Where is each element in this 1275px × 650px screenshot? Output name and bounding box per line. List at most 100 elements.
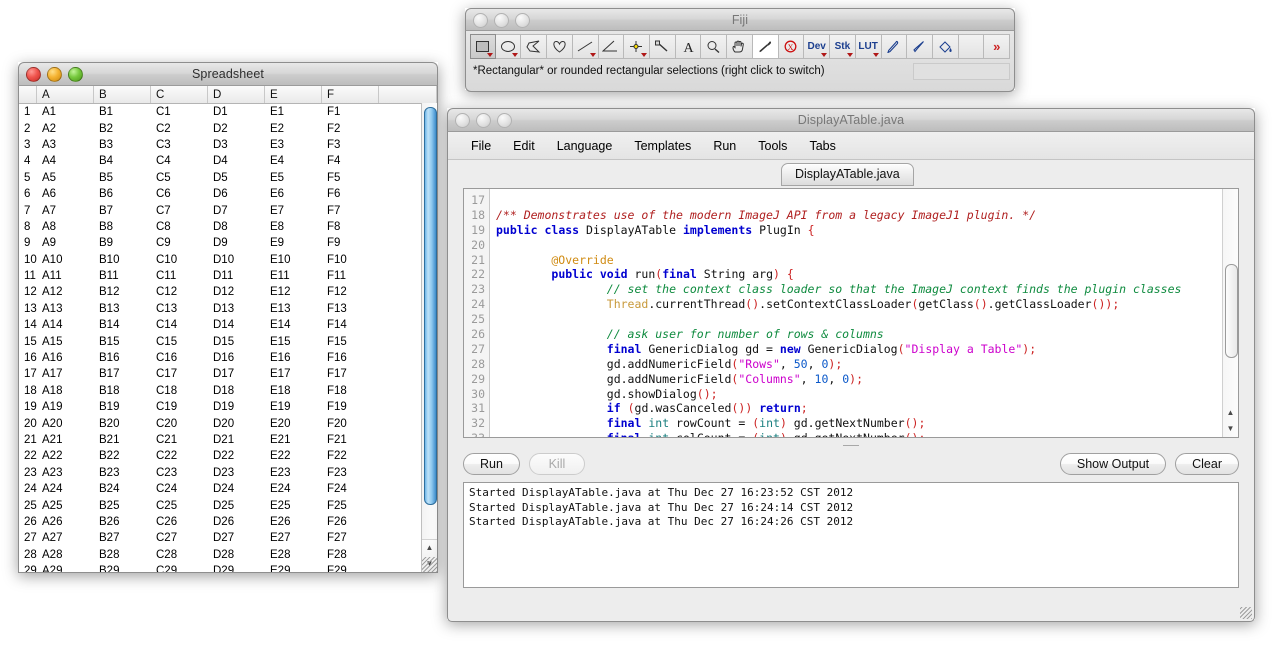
table-cell[interactable]: E22	[265, 450, 322, 462]
table-cell[interactable]: F20	[322, 418, 379, 430]
table-cell[interactable]: B11	[94, 270, 151, 282]
output-console[interactable]: Started DisplayATable.java at Thu Dec 27…	[463, 482, 1239, 588]
spreadsheet-titlebar[interactable]: Spreadsheet	[18, 62, 438, 86]
table-cell[interactable]: A1	[37, 106, 94, 118]
table-row[interactable]: 27 A27 B27 C27 D27 E27 F27	[19, 530, 437, 546]
table-row[interactable]: 6 A6 B6 C6 D6 E6 F6	[19, 186, 437, 202]
scroll-up-icon[interactable]: ▲	[422, 540, 437, 556]
table-cell[interactable]: B26	[94, 516, 151, 528]
table-cell[interactable]: E16	[265, 352, 322, 364]
row-index[interactable]: 3	[19, 139, 37, 151]
table-row[interactable]: 17 A17 B17 C17 D17 E17 F17	[19, 366, 437, 382]
code-editor[interactable]: 1718192021222324252627282930313233343536…	[463, 188, 1239, 438]
table-cell[interactable]: C11	[151, 270, 208, 282]
table-row[interactable]: 16 A16 B16 C16 D16 E16 F16	[19, 350, 437, 366]
row-index[interactable]: 29	[19, 565, 37, 572]
table-cell[interactable]: A12	[37, 286, 94, 298]
menu-edit[interactable]: Edit	[502, 137, 546, 155]
table-cell[interactable]: C1	[151, 106, 208, 118]
column-header-index[interactable]	[19, 86, 37, 103]
minimize-button[interactable]	[494, 13, 509, 28]
row-index[interactable]: 8	[19, 221, 37, 233]
tool-dropdown-icon[interactable]	[872, 53, 879, 57]
table-cell[interactable]: A25	[37, 500, 94, 512]
fiji-titlebar[interactable]: Fiji	[465, 8, 1015, 31]
table-cell[interactable]: A21	[37, 434, 94, 446]
table-cell[interactable]: B27	[94, 532, 151, 544]
table-cell[interactable]: A13	[37, 303, 94, 315]
table-cell[interactable]: D6	[208, 188, 265, 200]
table-row[interactable]: 2 A2 B2 C2 D2 E2 F2	[19, 120, 437, 136]
table-cell[interactable]: A8	[37, 221, 94, 233]
menu-file[interactable]: File	[460, 137, 502, 155]
column-header-F[interactable]: F	[322, 86, 379, 103]
table-row[interactable]: 3 A3 B3 C3 D3 E3 F3	[19, 137, 437, 153]
table-cell[interactable]: E28	[265, 549, 322, 561]
table-cell[interactable]: D27	[208, 532, 265, 544]
table-cell[interactable]: A16	[37, 352, 94, 364]
table-cell[interactable]: F26	[322, 516, 379, 528]
table-row[interactable]: 9 A9 B9 C9 D9 E9 F9	[19, 235, 437, 251]
table-cell[interactable]: E15	[265, 336, 322, 348]
table-cell[interactable]: D1	[208, 106, 265, 118]
row-index[interactable]: 27	[19, 532, 37, 544]
polygon-tool[interactable]	[521, 34, 548, 59]
table-cell[interactable]: B29	[94, 565, 151, 572]
table-cell[interactable]: A4	[37, 155, 94, 167]
table-row[interactable]: 26 A26 B26 C26 D26 E26 F26	[19, 514, 437, 530]
table-row[interactable]: 8 A8 B8 C8 D8 E8 F8	[19, 219, 437, 235]
row-index[interactable]: 2	[19, 123, 37, 135]
table-cell[interactable]: F24	[322, 483, 379, 495]
table-cell[interactable]: A22	[37, 450, 94, 462]
table-cell[interactable]: D3	[208, 139, 265, 151]
table-cell[interactable]: B25	[94, 500, 151, 512]
table-cell[interactable]: B22	[94, 450, 151, 462]
scrollbar-thumb[interactable]	[1225, 264, 1238, 358]
table-cell[interactable]: E21	[265, 434, 322, 446]
table-cell[interactable]: B13	[94, 303, 151, 315]
menu-tools[interactable]: Tools	[747, 137, 798, 155]
table-cell[interactable]: D14	[208, 319, 265, 331]
table-cell[interactable]: D23	[208, 467, 265, 479]
wand-tool[interactable]	[650, 34, 676, 59]
row-index[interactable]: 17	[19, 368, 37, 380]
table-cell[interactable]: C28	[151, 549, 208, 561]
table-cell[interactable]: E4	[265, 155, 322, 167]
scrollbar-arrows[interactable]: ▲ ▼	[1223, 405, 1238, 437]
more-tools[interactable]: »	[984, 34, 1011, 59]
table-cell[interactable]: E1	[265, 106, 322, 118]
table-cell[interactable]: F28	[322, 549, 379, 561]
freehand-tool[interactable]	[547, 34, 573, 59]
table-cell[interactable]: B16	[94, 352, 151, 364]
table-cell[interactable]: B8	[94, 221, 151, 233]
tab-displayatable[interactable]: DisplayATable.java	[781, 163, 914, 186]
table-cell[interactable]: A27	[37, 532, 94, 544]
oval-tool[interactable]	[495, 34, 522, 59]
table-cell[interactable]: D2	[208, 123, 265, 135]
table-cell[interactable]: E10	[265, 254, 322, 266]
close-button[interactable]	[26, 67, 41, 82]
table-cell[interactable]: B15	[94, 336, 151, 348]
table-cell[interactable]: C25	[151, 500, 208, 512]
table-row[interactable]: 23 A23 B23 C23 D23 E23 F23	[19, 465, 437, 481]
table-cell[interactable]: A14	[37, 319, 94, 331]
row-index[interactable]: 7	[19, 205, 37, 217]
table-cell[interactable]: F17	[322, 368, 379, 380]
table-cell[interactable]: D12	[208, 286, 265, 298]
table-cell[interactable]: C9	[151, 237, 208, 249]
table-cell[interactable]: E7	[265, 205, 322, 217]
table-cell[interactable]: E24	[265, 483, 322, 495]
table-cell[interactable]: B7	[94, 205, 151, 217]
editor-tabstrip[interactable]: DisplayATable.java	[448, 160, 1254, 186]
table-cell[interactable]: C21	[151, 434, 208, 446]
row-index[interactable]: 11	[19, 270, 37, 282]
table-cell[interactable]: D11	[208, 270, 265, 282]
row-index[interactable]: 26	[19, 516, 37, 528]
column-header-D[interactable]: D	[208, 86, 265, 103]
table-cell[interactable]: D17	[208, 368, 265, 380]
table-cell[interactable]: B28	[94, 549, 151, 561]
table-cell[interactable]: E29	[265, 565, 322, 572]
table-cell[interactable]: F4	[322, 155, 379, 167]
table-cell[interactable]: A20	[37, 418, 94, 430]
table-cell[interactable]: D18	[208, 385, 265, 397]
